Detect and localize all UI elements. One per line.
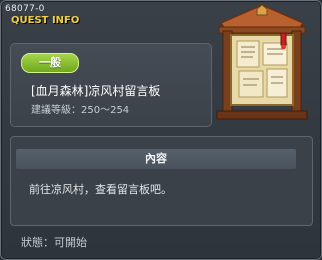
- recommended-level: 建議等級：250～254: [31, 105, 130, 116]
- content-text: 前往凉风村，查看留言板吧。: [29, 183, 172, 196]
- category-badge: 一般: [21, 53, 79, 73]
- content-panel: 內容 前往凉风村，查看留言板吧。: [10, 136, 313, 226]
- quest-title: [血月森林]凉风村留言板: [31, 84, 161, 98]
- content-header: 內容: [16, 149, 296, 169]
- quest-id: 68077-0: [5, 4, 45, 14]
- quest-summary-panel: 一般 [血月森林]凉风村留言板 建議等級：250～254: [10, 43, 212, 127]
- notice-board-icon: [213, 3, 311, 123]
- quest-info-window: 68077-0 QUEST INFO 一般 [血月森林]凉风村留言板 建議等級：…: [0, 0, 322, 260]
- quest-info-title: QUEST INFO: [11, 15, 80, 26]
- quest-status: 狀態：可開始: [21, 236, 87, 249]
